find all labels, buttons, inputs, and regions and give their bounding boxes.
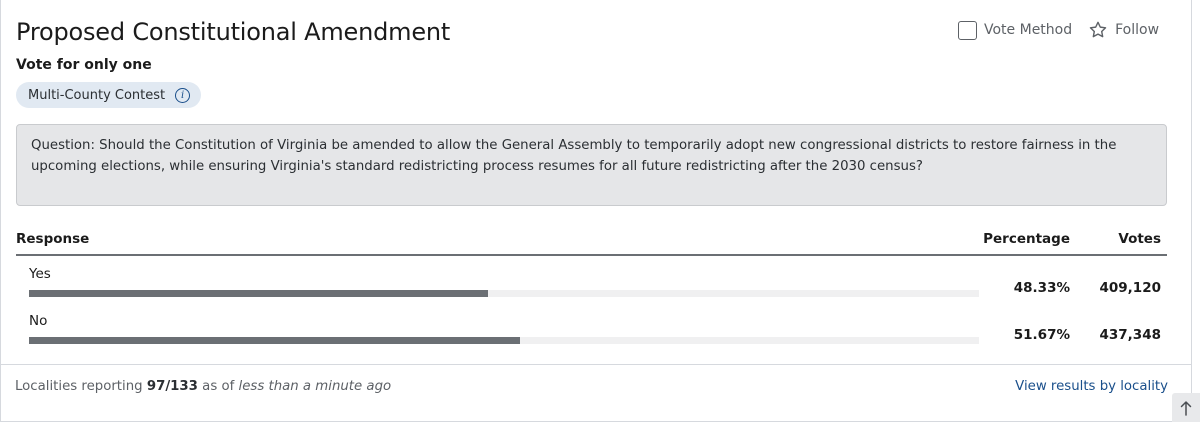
vote-method-label[interactable]: Vote Method bbox=[984, 22, 1072, 38]
ballot-question: Question: Should the Constitution of Vir… bbox=[16, 124, 1167, 206]
response-percentage: 48.33% bbox=[1013, 280, 1070, 296]
votes-column-header: Votes bbox=[1118, 231, 1161, 247]
vote-instruction: Vote for only one bbox=[16, 57, 152, 73]
reporting-count: 97/133 bbox=[146, 379, 198, 394]
response-label: No bbox=[29, 313, 48, 329]
result-row-yes: Yes 48.33% 409,120 bbox=[16, 266, 1167, 314]
response-column-header: Response bbox=[16, 231, 90, 247]
follow-label[interactable]: Follow bbox=[1115, 22, 1159, 38]
percentage-column-header: Percentage bbox=[983, 231, 1070, 247]
view-results-by-locality-link[interactable]: View results by locality bbox=[1015, 379, 1168, 394]
result-bar-track bbox=[29, 290, 979, 297]
header-actions: Vote Method Follow bbox=[958, 20, 1159, 40]
info-icon[interactable]: i bbox=[175, 87, 191, 103]
arrow-up-icon[interactable] bbox=[1180, 400, 1192, 416]
contest-title: Proposed Constitutional Amendment bbox=[16, 18, 451, 46]
results-table-header: Response Percentage Votes bbox=[16, 230, 1167, 256]
checkbox-icon[interactable] bbox=[958, 20, 977, 40]
result-bar-fill bbox=[29, 290, 489, 297]
badge-label: Multi-County Contest bbox=[28, 87, 166, 103]
response-percentage: 51.67% bbox=[1013, 327, 1070, 343]
contest-card: Proposed Constitutional Amendment Vote f… bbox=[0, 0, 1192, 422]
scroll-to-top-button[interactable] bbox=[1172, 393, 1200, 422]
vote-method-toggle[interactable]: Vote Method bbox=[958, 20, 1072, 40]
result-row-no: No 51.67% 437,348 bbox=[16, 313, 1167, 361]
results-footer: Localities reporting 97/133 as of less t… bbox=[1, 364, 1192, 410]
contest-type-badge: Multi-County Contest i bbox=[16, 82, 202, 108]
response-label: Yes bbox=[29, 266, 51, 282]
follow-button[interactable]: Follow bbox=[1088, 20, 1159, 40]
result-bar-track bbox=[29, 337, 979, 344]
response-votes: 409,120 bbox=[1099, 280, 1162, 296]
reporting-as-of: as of bbox=[202, 379, 235, 394]
response-votes: 437,348 bbox=[1099, 327, 1162, 343]
reporting-prefix: Localities reporting bbox=[15, 379, 143, 394]
reporting-status: Localities reporting 97/133 as of less t… bbox=[15, 379, 391, 394]
star-icon[interactable] bbox=[1088, 20, 1108, 40]
result-bar-fill bbox=[29, 337, 520, 344]
reporting-time: less than a minute ago bbox=[238, 379, 392, 394]
